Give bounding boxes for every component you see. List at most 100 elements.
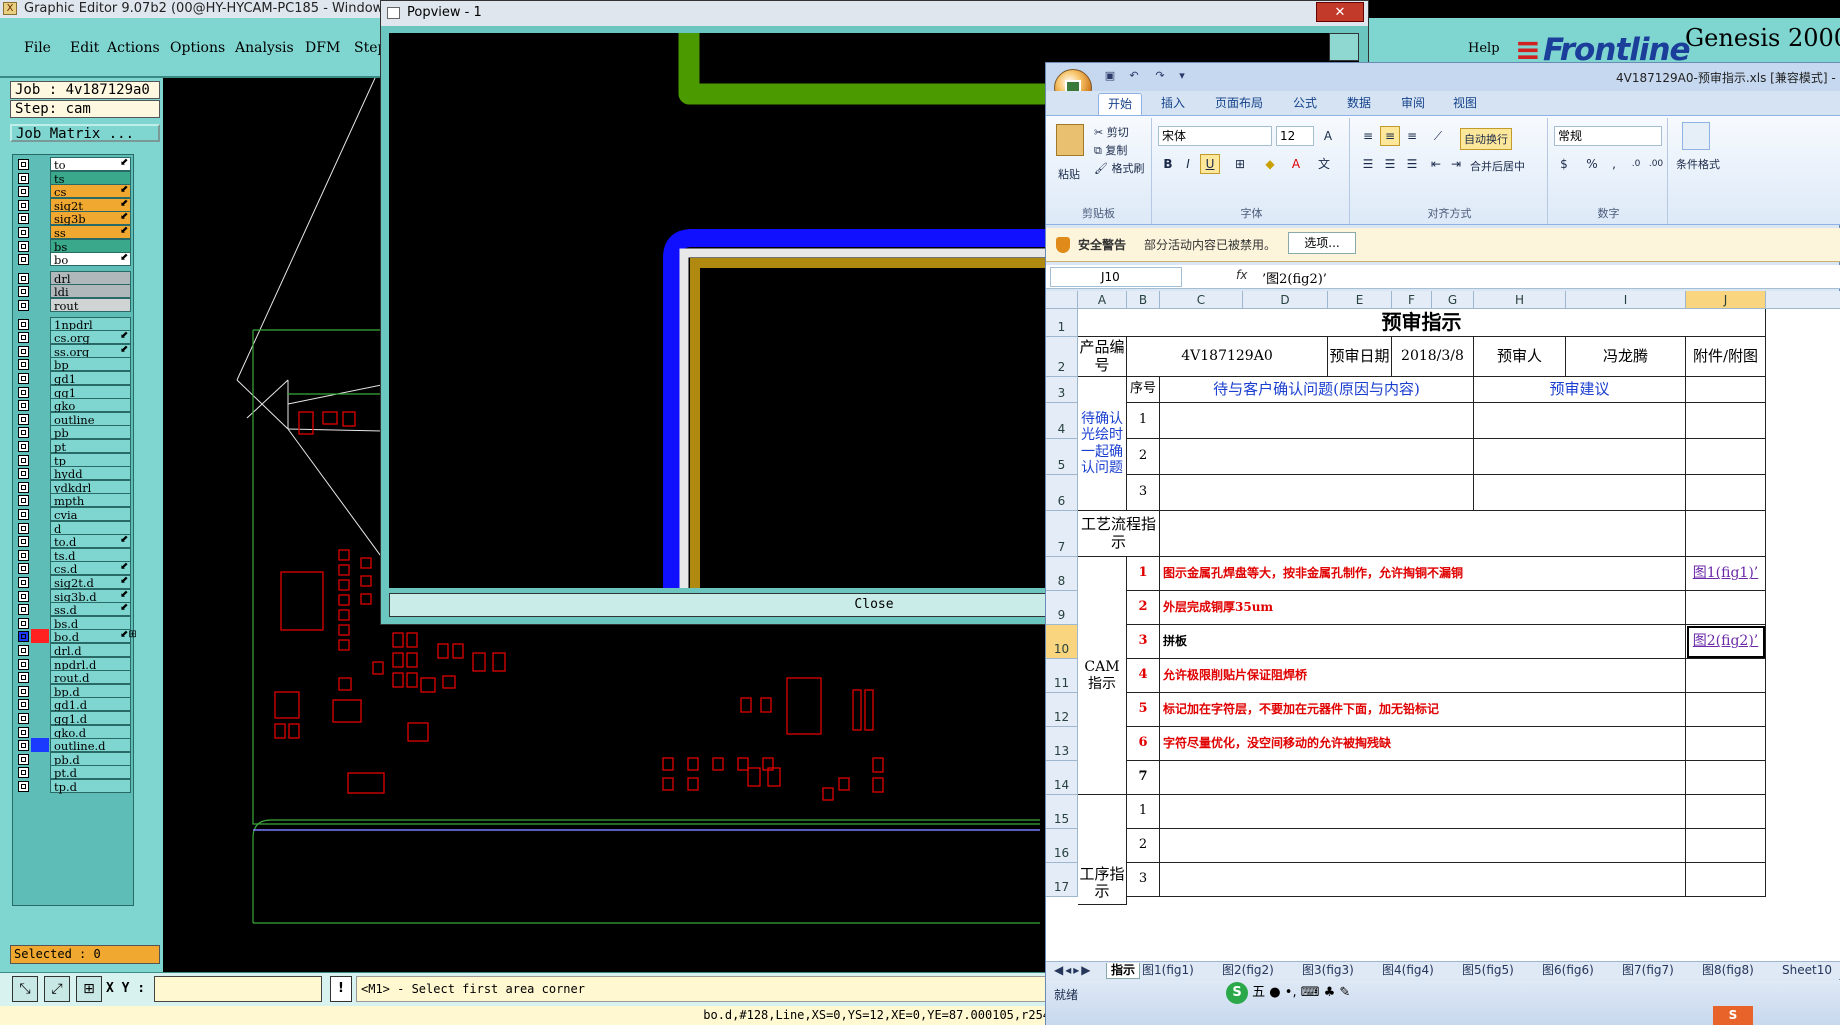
- layer-checkbox[interactable]: [18, 590, 29, 602]
- italic-icon[interactable]: I: [1178, 154, 1198, 174]
- font-color-icon[interactable]: A: [1286, 154, 1306, 174]
- cam-text-6[interactable]: 字符尽量优化，没空间移动的允许被掏残缺: [1160, 727, 1686, 761]
- layer-checkbox[interactable]: [18, 699, 29, 711]
- layer-name[interactable]: to.d: [50, 534, 131, 549]
- menu-dfm[interactable]: DFM: [305, 40, 340, 60]
- layer-name[interactable]: gd1: [50, 371, 131, 386]
- sogou-icon[interactable]: S: [1226, 982, 1248, 1004]
- p-attach-1[interactable]: [1686, 795, 1766, 829]
- layer-row-drl[interactable]: drl: [16, 270, 132, 286]
- layer-name[interactable]: ydkdrl: [50, 479, 131, 495]
- row-header-5[interactable]: 5: [1046, 439, 1078, 475]
- questions-label[interactable]: 待与客户确认问题(原因与内容): [1160, 377, 1474, 403]
- col-header-d[interactable]: D: [1243, 291, 1328, 309]
- layer-name[interactable]: cs: [50, 184, 131, 199]
- layer-name[interactable]: to: [50, 157, 131, 172]
- procedure-label[interactable]: 工序指示: [1078, 795, 1127, 905]
- col-header-j[interactable]: J: [1686, 291, 1766, 309]
- align-right-icon[interactable]: ☰: [1402, 154, 1422, 174]
- col-header-f[interactable]: F: [1392, 291, 1432, 309]
- layer-row-bs[interactable]: bs: [16, 238, 132, 254]
- layer-name[interactable]: pb.d: [50, 751, 131, 767]
- cam-attach-5[interactable]: [1686, 693, 1766, 727]
- layer-row-to-d[interactable]: to.d ⬋: [16, 534, 132, 549]
- cam-attach-3[interactable]: 图2(fig2)’: [1686, 625, 1766, 659]
- p-text-3[interactable]: [1160, 863, 1686, 897]
- layer-row-hydd[interactable]: hydd: [16, 466, 132, 481]
- worksheet-grid[interactable]: A B C D E F G H I J 预审指示 产品编号 4V187129A0…: [1046, 291, 1840, 961]
- col-header-c[interactable]: C: [1160, 291, 1243, 309]
- cam-text-7[interactable]: [1160, 761, 1686, 795]
- alert-icon[interactable]: !: [330, 976, 352, 1002]
- seq-label[interactable]: 序号: [1127, 377, 1160, 403]
- layer-row-cvia[interactable]: cvia: [16, 507, 132, 522]
- tab-review[interactable]: 审阅: [1392, 93, 1434, 115]
- date-value[interactable]: 2018/3/8: [1392, 337, 1474, 377]
- increase-decimal-icon[interactable]: .0: [1626, 154, 1646, 174]
- layer-checkbox[interactable]: [18, 254, 29, 266]
- cam-text-2[interactable]: 外层完成铜厚35um: [1160, 591, 1686, 625]
- layer-checkbox[interactable]: [18, 240, 29, 252]
- col-header-i[interactable]: I: [1566, 291, 1686, 309]
- format-painter-button[interactable]: 🖌 格式刷: [1094, 160, 1144, 176]
- p-num-1[interactable]: 1: [1127, 795, 1160, 829]
- layer-row-outline[interactable]: outline: [16, 411, 132, 427]
- decrease-indent-icon[interactable]: ⇤: [1426, 154, 1446, 174]
- name-box[interactable]: J10: [1050, 267, 1182, 287]
- cam-attach-6[interactable]: [1686, 727, 1766, 761]
- percent-icon[interactable]: %: [1582, 154, 1602, 174]
- layer-name[interactable]: bo.d: [50, 629, 131, 644]
- layer-row-outline-d[interactable]: outline.d: [16, 738, 132, 753]
- font-name-select[interactable]: 宋体: [1158, 126, 1272, 146]
- layer-row-gd1[interactable]: gd1: [16, 371, 132, 386]
- cam-label[interactable]: CAM指示: [1078, 557, 1127, 795]
- layer-row-sig3b[interactable]: sig3b ⬋: [16, 211, 132, 226]
- layer-checkbox[interactable]: [18, 713, 29, 724]
- close-icon[interactable]: ✕: [1316, 2, 1364, 22]
- layer-row-npdrl-d[interactable]: npdrl.d: [16, 656, 132, 672]
- currency-icon[interactable]: $: [1554, 154, 1574, 174]
- ime-mode[interactable]: 五: [1252, 985, 1265, 1000]
- comma-icon[interactable]: ,: [1604, 154, 1624, 174]
- row-header-2[interactable]: 2: [1046, 337, 1078, 377]
- layer-row-ydkdrl[interactable]: ydkdrl: [16, 479, 132, 495]
- layer-checkbox[interactable]: [18, 577, 29, 588]
- layer-row-sig3b-d[interactable]: sig3b.d ⬋: [16, 588, 132, 604]
- q-num-1[interactable]: 1: [1127, 403, 1160, 439]
- layer-name[interactable]: tp: [50, 452, 131, 468]
- fill-color-icon[interactable]: ◆: [1260, 154, 1280, 174]
- layer-checkbox[interactable]: [18, 563, 29, 575]
- layer-checkbox[interactable]: [18, 672, 29, 684]
- tab-page-layout[interactable]: 页面布局: [1206, 93, 1272, 115]
- layer-checkbox[interactable]: [18, 441, 29, 452]
- sheet-tab-9[interactable]: 图8(fig8): [1698, 963, 1758, 979]
- layer-name[interactable]: d: [50, 520, 131, 536]
- layer-checkbox[interactable]: [18, 631, 29, 643]
- q-suggest-2[interactable]: [1474, 439, 1686, 475]
- layer-row-ts-d[interactable]: ts.d: [16, 547, 132, 563]
- grid-icon[interactable]: ⊞: [76, 976, 102, 1002]
- decrease-decimal-icon[interactable]: .00: [1646, 154, 1666, 174]
- align-middle-icon[interactable]: ≡: [1380, 126, 1400, 146]
- layer-row-rout[interactable]: rout: [16, 298, 132, 313]
- suggest-label[interactable]: 预审建议: [1474, 377, 1686, 403]
- row-header-4[interactable]: 4: [1046, 403, 1078, 439]
- layer-checkbox[interactable]: [18, 509, 29, 520]
- layer-name[interactable]: ss.d: [50, 602, 131, 617]
- select-all-corner[interactable]: [1046, 291, 1078, 309]
- p-text-1[interactable]: [1160, 795, 1686, 829]
- underline-icon[interactable]: U: [1200, 154, 1220, 174]
- layer-name[interactable]: outline: [50, 411, 131, 427]
- row-header-13[interactable]: 13: [1046, 727, 1078, 761]
- layer-name[interactable]: cs.org: [50, 330, 131, 345]
- ime-tools-icon[interactable]: ● •, ⌨ ♣ ✎: [1269, 985, 1350, 1000]
- cam-text-3[interactable]: 拼板: [1160, 625, 1686, 659]
- date-label[interactable]: 预审日期: [1328, 337, 1392, 377]
- layer-checkbox[interactable]: [18, 753, 29, 765]
- layer-name[interactable]: mpth: [50, 493, 131, 508]
- confirm-label[interactable]: 待确认光绘时一起确认问题: [1078, 377, 1127, 511]
- q-num-3[interactable]: 3: [1127, 475, 1160, 511]
- layer-row-1npdrl[interactable]: 1npdrl: [16, 316, 132, 332]
- undo-icon[interactable]: ↶: [1126, 68, 1142, 84]
- reviewer-label[interactable]: 预审人: [1474, 337, 1566, 377]
